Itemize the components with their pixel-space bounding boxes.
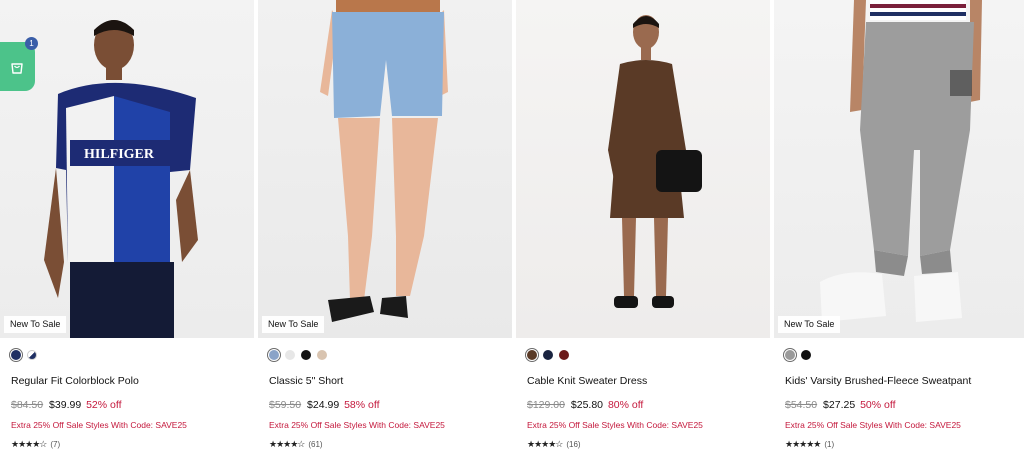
original-price: $59.50 xyxy=(269,399,302,411)
color-swatch[interactable] xyxy=(527,350,537,360)
sweatpant-model-illustration xyxy=(820,0,982,322)
product-image[interactable]: New To Sale xyxy=(774,0,1024,338)
promo-message: Extra 25% Off Sale Styles With Code: SAV… xyxy=(527,420,703,430)
sale-price: $24.99 xyxy=(307,399,340,411)
original-price: $54.50 xyxy=(785,399,818,411)
promo-message: Extra 25% Off Sale Styles With Code: SAV… xyxy=(11,420,187,430)
rating[interactable]: ★★★★★ (1) xyxy=(785,439,834,450)
color-swatches xyxy=(527,350,569,361)
discount-percent: 50% off xyxy=(860,399,896,411)
color-swatch[interactable] xyxy=(559,350,569,360)
discount-percent: 80% off xyxy=(607,399,644,411)
sale-price: $27.25 xyxy=(823,399,856,411)
product-image[interactable]: HILFIGER New To Sale xyxy=(0,0,254,338)
review-count: (61) xyxy=(308,440,323,449)
color-swatch[interactable] xyxy=(27,350,37,360)
rating[interactable]: ★★★★☆ (61) xyxy=(269,439,323,450)
price: $59.50 $24.99 58% off xyxy=(269,399,380,411)
sale-price: $39.99 xyxy=(49,399,82,411)
color-swatches xyxy=(269,350,327,361)
shorts-model-illustration xyxy=(320,0,448,322)
color-swatch[interactable] xyxy=(269,350,279,360)
svg-text:HILFIGER: HILFIGER xyxy=(84,147,155,162)
price: $84.50 $39.99 52% off xyxy=(11,399,122,411)
promo-message: Extra 25% Off Sale Styles With Code: SAV… xyxy=(785,420,961,430)
product-name[interactable]: Regular Fit Colorblock Polo xyxy=(11,375,139,387)
product-name[interactable]: Cable Knit Sweater Dress xyxy=(527,375,647,387)
original-price: $84.50 xyxy=(11,399,44,411)
product-card[interactable]: New To Sale Kids' Varsity Brushed-Fleece… xyxy=(774,0,1024,459)
star-rating-icon: ★★★★★ xyxy=(785,439,821,449)
product-name[interactable]: Kids' Varsity Brushed-Fleece Sweatpant xyxy=(785,375,971,387)
cart-count-badge: 1 xyxy=(25,37,38,50)
new-to-sale-badge: New To Sale xyxy=(262,316,325,333)
new-to-sale-badge: New To Sale xyxy=(4,316,67,333)
rating[interactable]: ★★★★☆ (16) xyxy=(527,439,581,450)
price: $129.00 $25.80 80% off xyxy=(527,399,643,411)
new-to-sale-badge: New To Sale xyxy=(778,316,841,333)
product-grid: HILFIGER New To Sale Regular Fit Colorbl… xyxy=(0,0,1024,459)
product-image[interactable]: New To Sale xyxy=(258,0,512,338)
discount-percent: 52% off xyxy=(86,399,122,411)
review-count: (16) xyxy=(566,440,581,449)
review-count: (1) xyxy=(824,440,835,449)
polo-model-illustration: HILFIGER xyxy=(44,20,198,338)
product-name[interactable]: Classic 5" Short xyxy=(269,375,343,387)
review-count: (7) xyxy=(50,440,61,449)
product-image[interactable] xyxy=(516,0,770,338)
dress-model-illustration xyxy=(608,15,702,308)
product-card[interactable]: New To Sale Classic 5" Short $59.50 $24.… xyxy=(258,0,512,459)
color-swatches xyxy=(785,350,811,361)
color-swatch[interactable] xyxy=(11,350,21,360)
promo-message: Extra 25% Off Sale Styles With Code: SAV… xyxy=(269,420,445,430)
sale-price: $25.80 xyxy=(570,399,604,411)
star-rating-icon: ★★★★☆ xyxy=(527,439,563,449)
price: $54.50 $27.25 50% off xyxy=(785,399,896,411)
color-swatch[interactable] xyxy=(317,350,327,360)
color-swatches xyxy=(11,350,37,361)
shopping-bag-icon xyxy=(10,62,23,74)
color-swatch[interactable] xyxy=(285,350,295,360)
color-swatch[interactable] xyxy=(301,350,311,360)
original-price: $129.00 xyxy=(527,399,565,411)
rating[interactable]: ★★★★☆ (7) xyxy=(11,439,60,450)
discount-percent: 58% off xyxy=(344,399,380,411)
color-swatch[interactable] xyxy=(785,350,795,360)
color-swatch[interactable] xyxy=(801,350,811,360)
color-swatch[interactable] xyxy=(543,350,553,360)
product-card[interactable]: HILFIGER New To Sale Regular Fit Colorbl… xyxy=(0,0,254,459)
star-rating-icon: ★★★★☆ xyxy=(269,439,305,449)
star-rating-icon: ★★★★☆ xyxy=(11,439,47,449)
product-card[interactable]: Cable Knit Sweater Dress $129.00 $25.80 … xyxy=(516,0,770,459)
